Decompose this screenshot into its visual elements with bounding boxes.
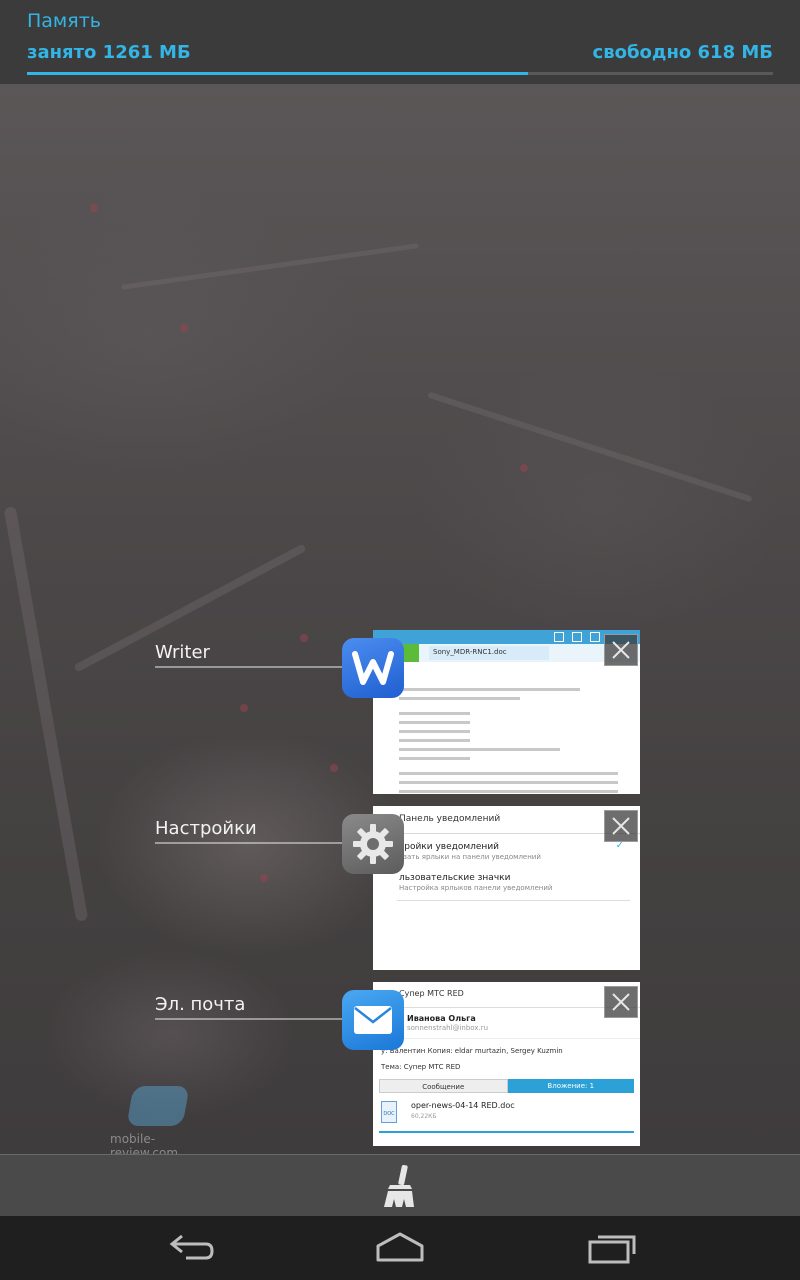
recent-app-divider — [155, 842, 345, 844]
clear-recent-bar — [0, 1154, 800, 1216]
writer-file-tab: Sony_MDR-RNC1.doc — [429, 646, 549, 660]
document-text-line — [399, 781, 618, 784]
memory-header: Память занято 1261 МБ свободно 618 МБ — [0, 0, 800, 84]
recent-app-settings[interactable]: Настройки Панель уведомлений тройки увед… — [0, 806, 800, 976]
recent-app-divider — [155, 1018, 345, 1020]
recent-app-label: Настройки — [155, 818, 257, 839]
close-icon — [612, 817, 630, 835]
settings-thumb-item-title: тройки уведомлений — [399, 842, 500, 852]
recent-app-thumbnail[interactable]: Sony_MDR-RNC1.doc — [373, 630, 640, 794]
document-text-line — [399, 739, 470, 742]
wallpaper-blossom — [180, 324, 188, 332]
mail-subject: Тема: Супер МТС RED — [381, 1063, 461, 1071]
menu-icon — [590, 632, 600, 642]
wallpaper-branch — [121, 243, 419, 290]
recent-app-label: Writer — [155, 642, 210, 663]
attachment-progress-bar — [379, 1131, 634, 1133]
memory-title: Память — [27, 10, 101, 32]
document-text-line — [399, 748, 560, 751]
close-recent-app-button[interactable] — [604, 810, 638, 842]
mail-sender-name: Иванова Ольга — [407, 1014, 476, 1023]
writer-tabbar: Sony_MDR-RNC1.doc — [373, 644, 640, 662]
recent-apps-button[interactable] — [582, 1228, 642, 1268]
save-icon — [554, 632, 564, 642]
attachment-file-size: 60,22КБ — [411, 1113, 437, 1120]
close-recent-app-button[interactable] — [604, 634, 638, 666]
document-text-line — [399, 721, 470, 724]
home-button[interactable] — [370, 1228, 430, 1268]
navigation-bar — [0, 1216, 800, 1280]
memory-usage-bar — [27, 72, 773, 75]
doc-file-icon: DOC — [381, 1101, 397, 1123]
mail-tab-message: Сообщение — [379, 1079, 508, 1093]
home-icon — [376, 1232, 424, 1262]
mail-recipients: у: Валентин Копия: eldar murtazin, Serge… — [373, 1038, 640, 1055]
back-button[interactable] — [160, 1228, 220, 1268]
wallpaper-blossom — [520, 464, 528, 472]
memory-usage-fill — [27, 72, 528, 75]
recent-app-writer[interactable]: Writer Sony_MDR-RNC1.doc — [0, 630, 800, 800]
document-text-line — [399, 772, 618, 775]
document-text-line — [399, 712, 470, 715]
attachment-file-name: oper-news-04-14 RED.doc — [411, 1101, 515, 1110]
watermark-logo — [126, 1086, 190, 1126]
writer-w-icon — [342, 638, 404, 698]
clear-all-button[interactable] — [376, 1163, 424, 1211]
memory-used-label: занято 1261 МБ — [27, 42, 191, 63]
close-icon — [612, 641, 630, 659]
document-text-line — [399, 730, 470, 733]
close-icon — [612, 993, 630, 1011]
back-arrow-icon — [169, 1234, 214, 1260]
recent-app-label: Эл. почта — [155, 994, 246, 1015]
settings-thumb-header: Панель уведомлений — [373, 806, 640, 834]
document-text-line — [399, 790, 618, 793]
settings-thumb-item-title: льзовательские значки — [399, 873, 511, 883]
edit-icon — [572, 632, 582, 642]
settings-thumb-item-subtitle: азать ярлыки на панели уведомлений — [399, 853, 541, 861]
mail-envelope-icon — [342, 990, 404, 1050]
settings-thumb-item-subtitle: Настройка ярлыков панели уведомлений — [399, 884, 553, 892]
recent-app-thumbnail[interactable]: Панель уведомлений тройки уведомлений аз… — [373, 806, 640, 970]
writer-toolbar — [373, 630, 640, 644]
wallpaper-branch — [427, 391, 753, 503]
mail-attachment: DOC oper-news-04-14 RED.doc 60,22КБ — [373, 1099, 640, 1133]
document-text-line — [399, 688, 580, 691]
recent-apps-icon — [588, 1235, 636, 1264]
mail-tab-attachment: Вложение: 1 — [507, 1079, 634, 1093]
mail-tabs: Сообщение Вложение: 1 — [379, 1079, 634, 1093]
gear-icon — [342, 814, 404, 874]
mail-thumb-header: Супер МТС RED — [373, 982, 640, 1008]
settings-thumb-divider — [397, 900, 630, 901]
broom-icon — [384, 1164, 414, 1207]
close-recent-app-button[interactable] — [604, 986, 638, 1018]
memory-free-label: свободно 618 МБ — [592, 42, 773, 63]
watermark: mobile-review.com — [110, 1080, 210, 1160]
recent-app-divider — [155, 666, 345, 668]
wallpaper-blossom — [90, 204, 98, 212]
recent-app-thumbnail[interactable]: Супер МТС RED Иванова Ольга sonnenstrahl… — [373, 982, 640, 1146]
mail-sender-email: sonnenstrahl@inbox.ru — [407, 1024, 489, 1032]
